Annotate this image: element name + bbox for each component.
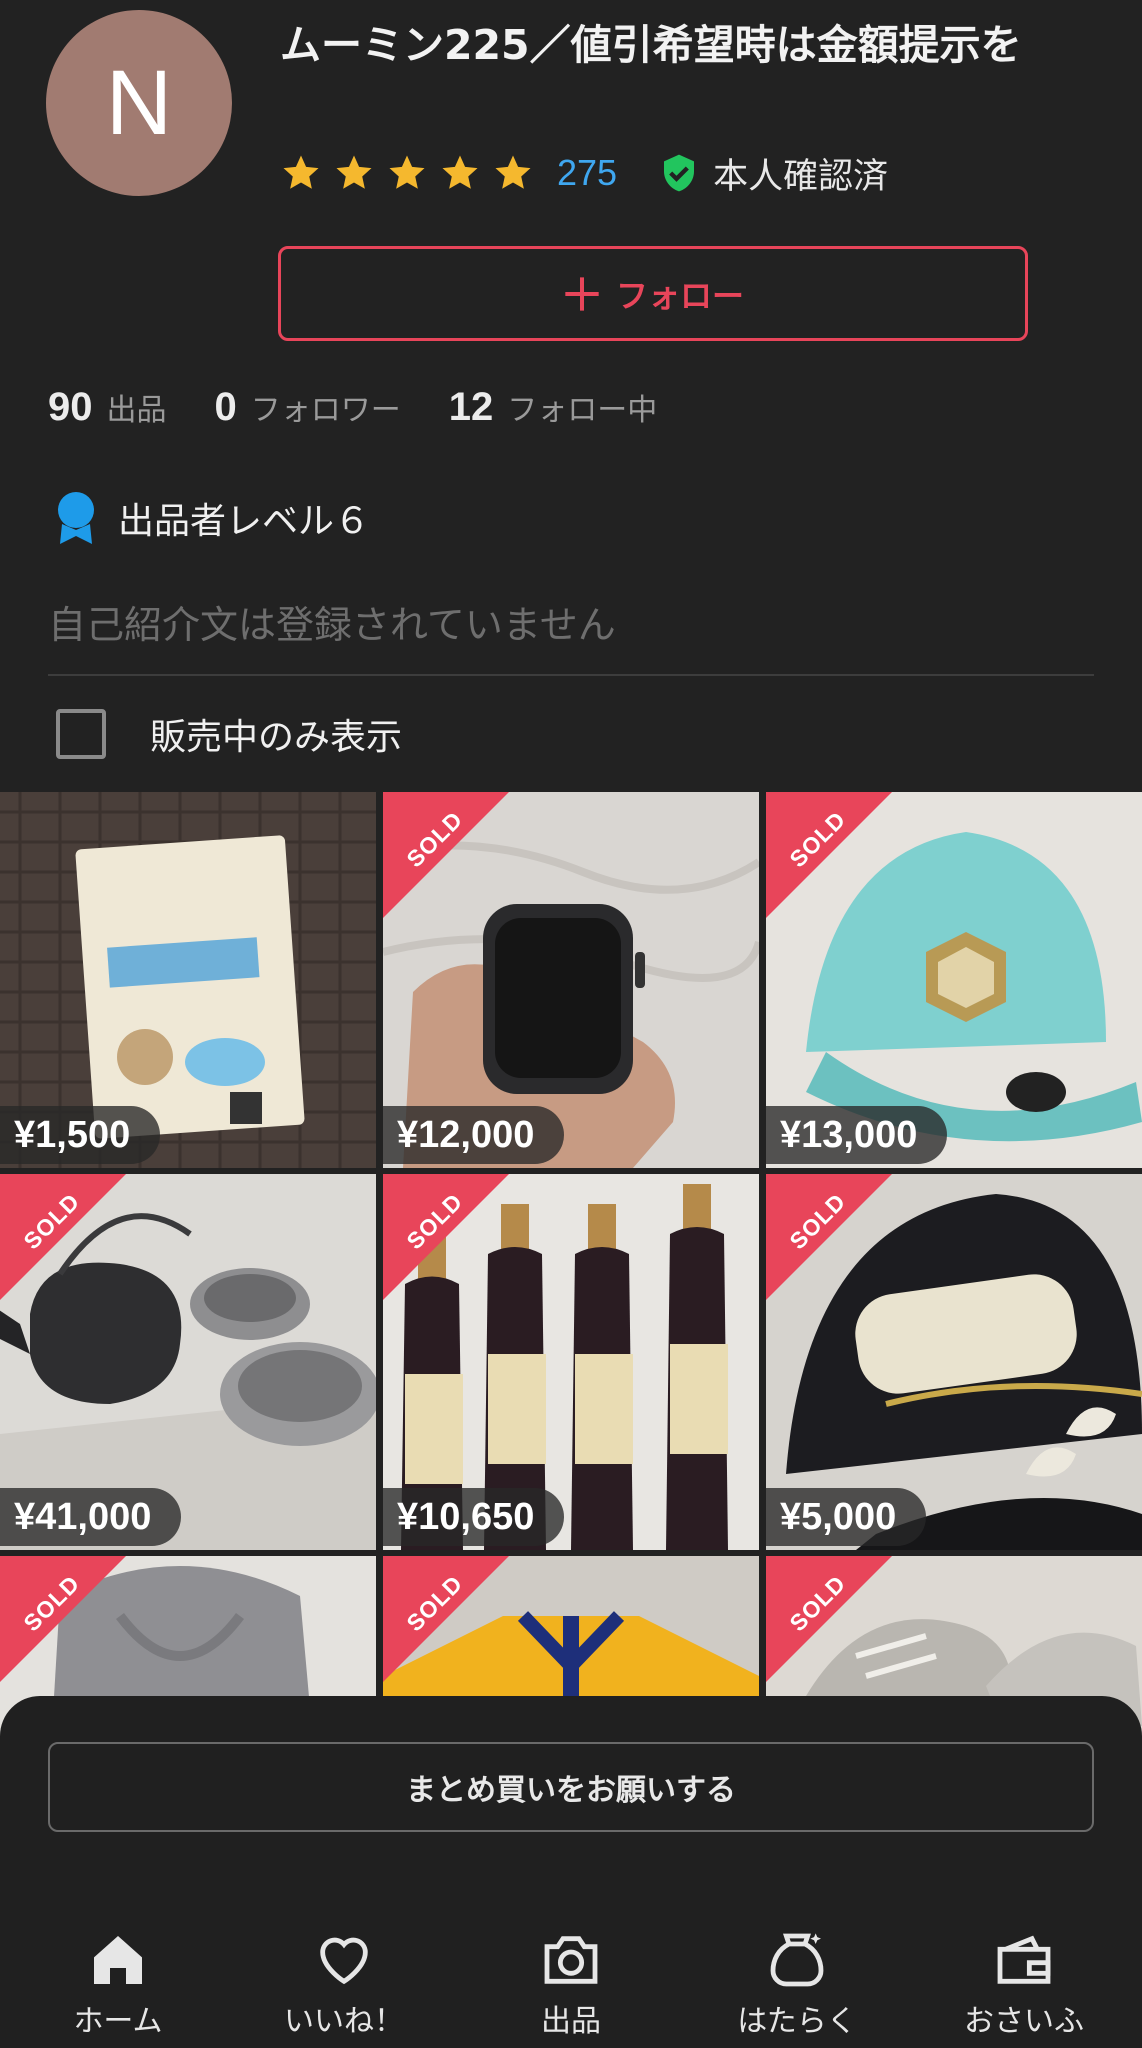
nav-label: 出品 bbox=[541, 2004, 601, 2039]
bag-icon bbox=[770, 1933, 824, 1987]
stat-label: 出品 bbox=[106, 393, 167, 428]
rating-count[interactable]: 275 bbox=[557, 152, 617, 194]
nav-label: ホーム bbox=[73, 2004, 163, 2039]
nav-label: いいね！ bbox=[284, 2004, 404, 2039]
wallet-icon bbox=[997, 1935, 1051, 1984]
stat-listings[interactable]: 90 出品 bbox=[48, 385, 167, 430]
stat-label: フォロワー bbox=[250, 393, 401, 428]
follow-button[interactable]: フォロー bbox=[278, 246, 1028, 341]
camera-icon bbox=[544, 1936, 598, 1984]
medal-icon bbox=[58, 492, 94, 544]
plus-icon bbox=[565, 276, 599, 311]
item-price: ¥41,000 bbox=[0, 1488, 182, 1546]
item-tile[interactable]: SOLD ¥13,000 bbox=[766, 792, 1142, 1168]
on-sale-filter[interactable]: 販売中のみ表示 bbox=[56, 706, 402, 762]
nav-home[interactable]: ホーム bbox=[18, 1928, 218, 2048]
item-tile[interactable]: ¥1,500 bbox=[0, 792, 376, 1168]
nav-likes[interactable]: いいね！ bbox=[244, 1928, 444, 2048]
item-price: ¥10,650 bbox=[383, 1488, 565, 1546]
item-price: ¥12,000 bbox=[383, 1106, 565, 1164]
avatar[interactable]: N bbox=[46, 10, 232, 196]
stats-row: 90 出品 0 フォロワー 12 フォロー中 bbox=[48, 385, 705, 445]
star-icon bbox=[495, 155, 531, 189]
user-name: ムーミン225／値引希望時は金額提示を bbox=[280, 21, 1022, 69]
home-icon bbox=[94, 1936, 142, 1984]
item-price: ¥1,500 bbox=[0, 1106, 161, 1164]
item-price: ¥5,000 bbox=[766, 1488, 927, 1546]
nav-label: はたらく bbox=[737, 2004, 857, 2039]
level-label: 出品者レベル６ bbox=[118, 501, 371, 542]
heart-icon bbox=[320, 1937, 368, 1985]
rating-row[interactable]: 275 本人確認済 bbox=[280, 148, 888, 198]
item-tile[interactable]: SOLD ¥41,000 bbox=[0, 1174, 376, 1550]
filter-label: 販売中のみ表示 bbox=[150, 717, 403, 758]
star-icon bbox=[389, 155, 425, 189]
nav-sell[interactable]: 出品 bbox=[471, 1928, 671, 2048]
item-tile[interactable]: SOLD ¥10,650 bbox=[383, 1174, 759, 1550]
item-price: ¥13,000 bbox=[766, 1106, 948, 1164]
star-icon bbox=[442, 155, 478, 189]
bulk-buy-button[interactable]: まとめ買いをお願いする bbox=[48, 1742, 1094, 1832]
stat-number: 0 bbox=[214, 385, 237, 429]
stat-number: 90 bbox=[48, 385, 93, 429]
stat-number: 12 bbox=[448, 385, 494, 429]
star-icon bbox=[336, 155, 372, 189]
follow-label: フォロー bbox=[615, 276, 744, 315]
stat-label: フォロー中 bbox=[507, 393, 658, 428]
nav-label: おさいふ bbox=[964, 2004, 1084, 2039]
verified-label: 本人確認済 bbox=[713, 156, 889, 197]
bio-text: 自己紹介文は登録されていません bbox=[48, 603, 616, 647]
on-sale-checkbox[interactable] bbox=[56, 709, 106, 759]
stat-following[interactable]: 12 フォロー中 bbox=[449, 385, 658, 430]
stat-followers[interactable]: 0 フォロワー bbox=[215, 385, 401, 430]
bottom-nav: ホーム いいね！ 出品 はたらく おさいふ bbox=[0, 1928, 1142, 2048]
seller-level[interactable]: 出品者レベル６ bbox=[52, 488, 370, 548]
star-icon bbox=[283, 155, 319, 189]
bottom-sheet: まとめ買いをお願いする ホーム いいね！ 出品 はたらく おさいふ bbox=[0, 1696, 1142, 2048]
shield-check-icon bbox=[664, 154, 695, 192]
item-tile[interactable]: SOLD ¥12,000 bbox=[383, 792, 759, 1168]
verified-badge: 本人確認済 bbox=[659, 148, 888, 199]
nav-wallet[interactable]: おさいふ bbox=[924, 1928, 1124, 2048]
divider bbox=[48, 674, 1094, 676]
nav-work[interactable]: はたらく bbox=[697, 1928, 897, 2048]
item-tile[interactable]: SOLD ¥5,000 bbox=[766, 1174, 1142, 1550]
